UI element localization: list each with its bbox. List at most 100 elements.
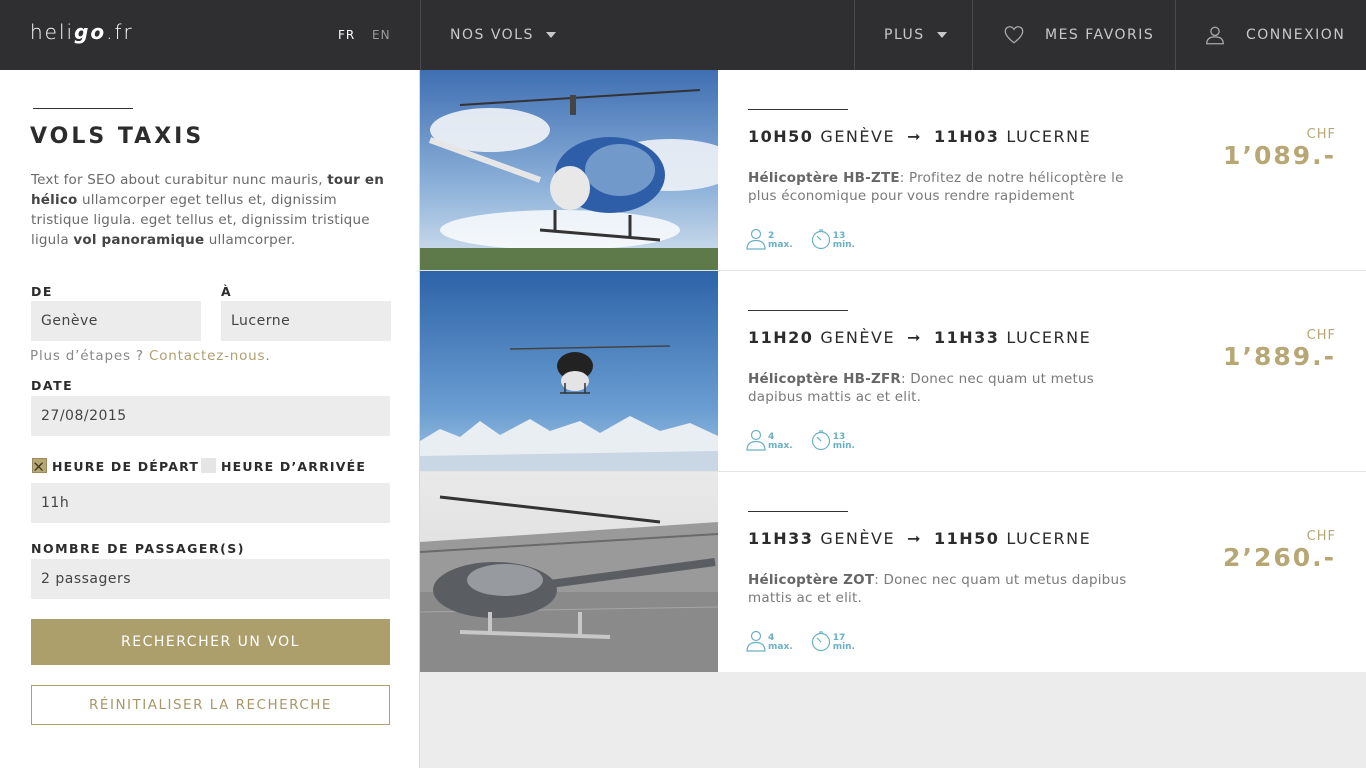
helicopter-name: Hélicoptère HB-ZTE xyxy=(748,170,900,186)
chevron-down-icon xyxy=(545,32,556,38)
flight-price: CHF 2’260.- xyxy=(1223,529,1336,572)
flight-duration: 17 min. xyxy=(811,630,855,652)
nav-more-menu[interactable]: PLUS xyxy=(884,0,947,70)
flight-price: CHF 1’089.- xyxy=(1223,127,1336,170)
passengers-label: NOMBRE DE PASSAGER(S) xyxy=(31,541,245,556)
departure-city: GENÈVE xyxy=(820,127,896,146)
clock-icon xyxy=(811,229,830,250)
flight-duration: 13 min. xyxy=(811,228,855,250)
search-flight-button[interactable]: RECHERCHER UN VOL xyxy=(31,619,390,665)
title-rule xyxy=(33,108,133,109)
helicopter-name: Hélicoptère HB-ZFR xyxy=(748,371,901,387)
departure-city: GENÈVE xyxy=(820,328,896,347)
passenger-icon xyxy=(746,228,766,250)
heart-icon xyxy=(1004,26,1024,44)
price-amount: 1’089.- xyxy=(1223,141,1336,170)
lang-en-link[interactable]: EN xyxy=(372,28,391,42)
flight-description: Hélicoptère ZOT: Donec nec quam ut metus… xyxy=(748,572,1127,606)
nav-favorites-label: MES FAVORIS xyxy=(1045,27,1155,43)
departure-city: GENÈVE xyxy=(820,529,896,548)
departure-time-checkbox[interactable] xyxy=(32,458,47,473)
flight-result-card[interactable]: 11H33 GENÈVE ➞ 11H50 LUCERNE Hélicoptère Z… xyxy=(420,472,1366,672)
price-amount: 1’889.- xyxy=(1223,342,1336,371)
contact-link[interactable]: Contactez-nous xyxy=(149,348,265,364)
flight-route: 11H20 GENÈVE ➞ 11H33 LUCERNE xyxy=(748,328,1091,347)
reset-search-button[interactable]: RÉINITIALISER LA RECHERCHE xyxy=(31,685,390,725)
time-field[interactable]: 11h xyxy=(31,483,390,523)
arrival-city: LUCERNE xyxy=(1006,328,1092,347)
passenger-icon xyxy=(746,630,766,652)
lang-fr-link[interactable]: FR xyxy=(338,28,355,42)
price-currency: CHF xyxy=(1306,328,1336,343)
arrow-right-icon: ➞ xyxy=(907,529,922,548)
nav-flights-menu[interactable]: NOS VOLS xyxy=(450,0,556,70)
price-currency: CHF xyxy=(1306,127,1336,142)
departure-time: 11H33 xyxy=(748,529,814,548)
date-label: DATE xyxy=(31,378,74,393)
arrival-city: LUCERNE xyxy=(1006,529,1092,548)
nav-more-label: PLUS xyxy=(884,27,925,43)
departure-time-label: HEURE DE DÉPART xyxy=(52,459,200,474)
seo-intro-text: Text for SEO about curabitur nunc mauris… xyxy=(31,172,385,248)
flight-description: Hélicoptère HB-ZFR: Donec nec quam ut me… xyxy=(748,371,1094,405)
search-sidebar: VOLS TAXIS Text for SEO about curabitur … xyxy=(0,70,420,768)
flight-route: 10H50 GENÈVE ➞ 11H03 LUCERNE xyxy=(748,127,1091,146)
flight-results-list: 10H50 GENÈVE ➞ 11H03 LUCERNE Hélicoptère H… xyxy=(420,70,1366,672)
price-amount: 2’260.- xyxy=(1223,543,1336,572)
departure-time: 10H50 xyxy=(748,127,814,146)
arrow-right-icon: ➞ xyxy=(907,127,922,146)
flight-meta: 4 max. 13 min. xyxy=(746,429,873,451)
arrival-time: 11H33 xyxy=(933,328,1000,347)
arrival-time-label: HEURE D’ARRIVÉE xyxy=(221,459,367,474)
result-rule xyxy=(748,310,848,311)
flight-route: 11H33 GENÈVE ➞ 11H50 LUCERNE xyxy=(748,529,1091,548)
flight-result-card[interactable]: 11H20 GENÈVE ➞ 11H33 LUCERNE Hélicoptère H… xyxy=(420,271,1366,472)
passengers-field[interactable]: 2 passagers xyxy=(31,559,390,599)
date-field[interactable]: 27/08/2015 xyxy=(31,396,390,436)
clock-icon xyxy=(811,631,830,652)
to-label: À xyxy=(221,284,233,299)
nav-favorites-link[interactable]: MES FAVORIS xyxy=(1003,0,1154,70)
arrival-time: 11H50 xyxy=(933,529,1000,548)
price-currency: CHF xyxy=(1306,529,1336,544)
passenger-capacity: 4 max. xyxy=(746,429,793,451)
helicopter-photo xyxy=(420,472,718,672)
flight-meta: 4 max. 17 min. xyxy=(746,630,873,652)
nav-divider xyxy=(1175,0,1176,70)
nav-divider xyxy=(972,0,973,70)
result-rule xyxy=(748,109,848,110)
top-navigation: heligo.fr FR EN NOS VOLS PLUS MES FAVORI… xyxy=(0,0,1366,70)
site-logo[interactable]: heligo.fr xyxy=(30,20,134,44)
nav-login-link[interactable]: CONNEXION xyxy=(1204,0,1345,70)
arrow-right-icon: ➞ xyxy=(907,328,922,347)
chevron-down-icon xyxy=(936,32,947,38)
to-field[interactable]: Lucerne xyxy=(221,301,391,341)
more-steps-text: Plus d’étapes ? Contactez-nous. xyxy=(30,348,271,364)
check-icon xyxy=(34,462,43,471)
arrival-time: 11H03 xyxy=(933,127,1000,146)
helicopter-name: Hélicoptère ZOT xyxy=(748,572,875,588)
sidebar-title: VOLS TAXIS xyxy=(30,124,205,149)
nav-divider xyxy=(854,0,855,70)
flight-meta: 2 max. 13 min. xyxy=(746,228,873,250)
from-field[interactable]: Genève xyxy=(31,301,201,341)
helicopter-photo xyxy=(420,70,718,270)
flight-description: Hélicoptère HB-ZTE: Profitez de notre hé… xyxy=(748,170,1124,204)
flight-price: CHF 1’889.- xyxy=(1223,328,1336,371)
departure-time: 11H20 xyxy=(748,328,814,347)
user-icon xyxy=(1206,26,1224,45)
passenger-capacity: 4 max. xyxy=(746,630,793,652)
arrival-city: LUCERNE xyxy=(1006,127,1092,146)
helicopter-photo xyxy=(420,271,718,471)
from-label: DE xyxy=(31,284,53,299)
passenger-icon xyxy=(746,429,766,451)
nav-login-label: CONNEXION xyxy=(1246,27,1346,43)
flight-duration: 13 min. xyxy=(811,429,855,451)
arrival-time-checkbox[interactable] xyxy=(201,458,216,473)
nav-flights-label: NOS VOLS xyxy=(450,27,534,43)
passenger-capacity: 2 max. xyxy=(746,228,793,250)
clock-icon xyxy=(811,430,830,451)
flight-result-card[interactable]: 10H50 GENÈVE ➞ 11H03 LUCERNE Hélicoptère H… xyxy=(420,70,1366,271)
nav-divider xyxy=(420,0,421,70)
result-rule xyxy=(748,511,848,512)
